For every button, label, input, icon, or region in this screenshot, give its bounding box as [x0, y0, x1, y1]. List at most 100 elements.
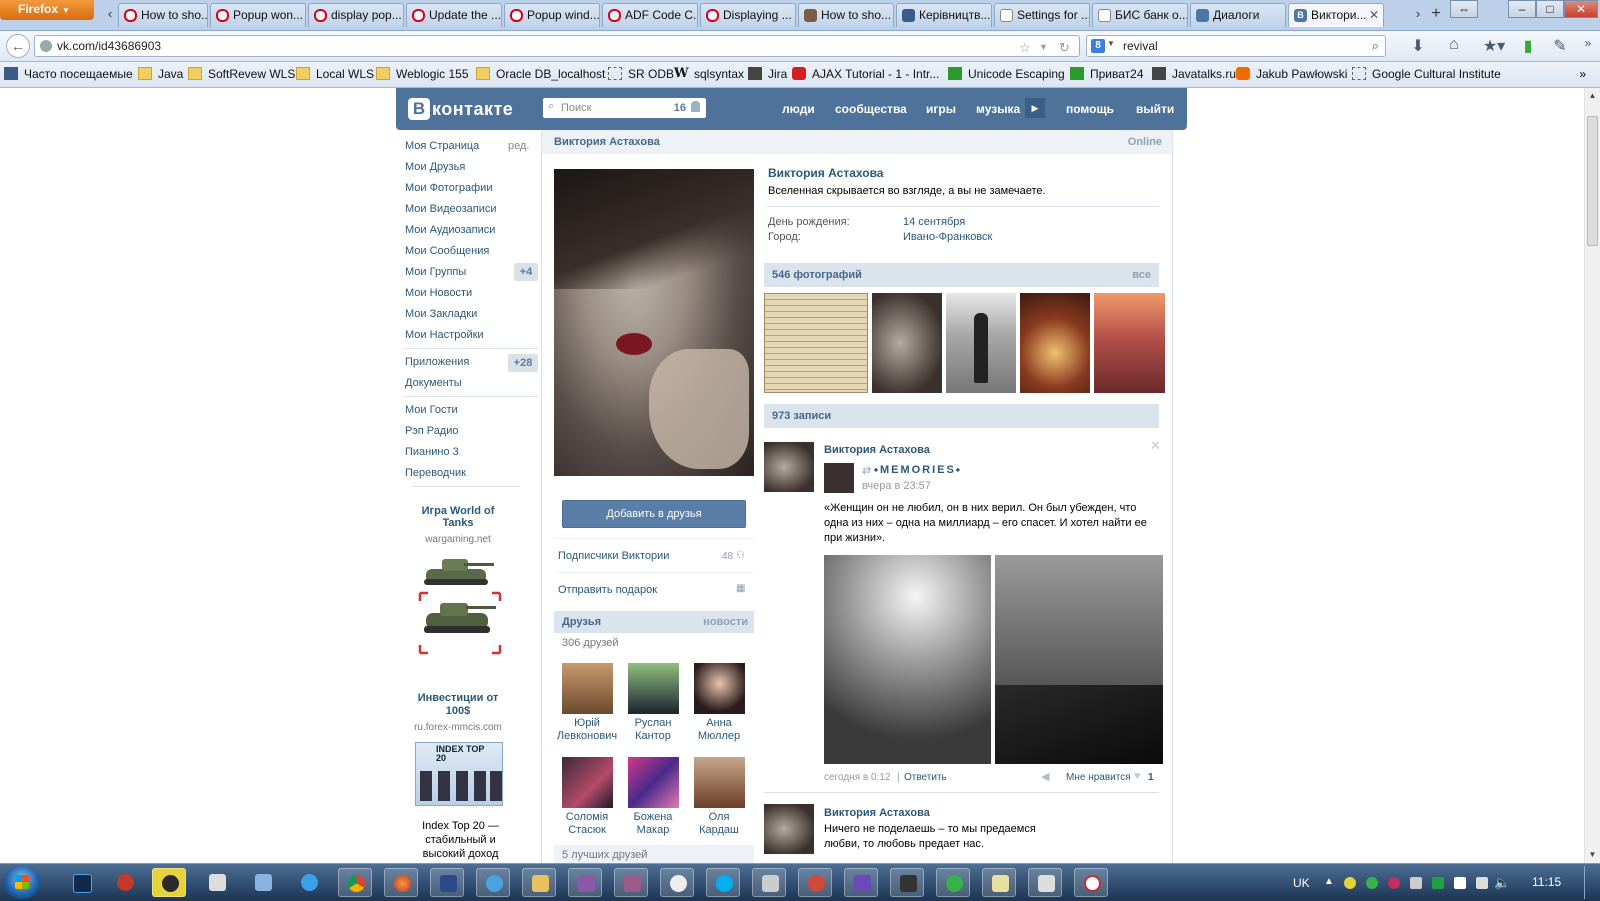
taskbar-app[interactable]: [936, 868, 970, 897]
post-photo[interactable]: [995, 555, 1163, 764]
list-all-tabs-icon[interactable]: ⇔: [1450, 0, 1478, 18]
vk-search-input[interactable]: ⌕ Поиск 16: [543, 98, 706, 118]
show-hidden-icons-icon[interactable]: ▲: [1324, 876, 1334, 887]
send-gift-link[interactable]: Отправить подарок: [558, 584, 657, 596]
photos-title[interactable]: 546 фотографий: [772, 269, 862, 281]
bookmark-folder[interactable]: Weblogic 155: [376, 67, 469, 81]
followers-link[interactable]: Подписчики Виктории: [558, 550, 669, 562]
taskbar-app[interactable]: [430, 868, 464, 897]
taskbar-app[interactable]: [890, 868, 924, 897]
menu-audio[interactable]: Мои Аудиозаписи: [405, 224, 495, 236]
tab[interactable]: Displaying ...: [700, 3, 796, 27]
post-photo[interactable]: [824, 555, 991, 764]
ad-text[interactable]: Index Top 20 — стабильный и высокий дохо…: [413, 819, 508, 863]
play-icon[interactable]: ▶: [1025, 98, 1045, 118]
delete-post-icon[interactable]: ✕: [1150, 438, 1161, 454]
repost-group-name[interactable]: ⬩MEMORIES⬩: [874, 464, 962, 477]
nav-logout[interactable]: выйти: [1136, 102, 1174, 116]
bookmark[interactable]: Google Cultural Institute: [1352, 67, 1501, 81]
nav-help[interactable]: помощь: [1066, 102, 1114, 116]
page-scrollbar[interactable]: ▲ ▼: [1584, 88, 1600, 863]
taskbar-explorer[interactable]: [522, 868, 556, 897]
repost-group-avatar[interactable]: [824, 463, 854, 493]
menu-news[interactable]: Мои Новости: [405, 287, 472, 299]
tabs-scroll-right-icon[interactable]: ›: [1410, 4, 1426, 24]
friend-avatar[interactable]: [694, 663, 745, 714]
scroll-down-icon[interactable]: ▼: [1585, 847, 1600, 863]
bookmark[interactable]: SR ODB: [608, 67, 674, 81]
tab[interactable]: How to sho...: [798, 3, 894, 27]
tray-app-icon[interactable]: [1366, 877, 1378, 889]
more-tools-icon[interactable]: »: [1578, 36, 1598, 50]
profile-avatar[interactable]: [554, 169, 754, 476]
taskbar-photoshop[interactable]: [64, 868, 98, 897]
tray-app-icon[interactable]: [1410, 877, 1422, 889]
share-icon[interactable]: ◀: [1041, 770, 1049, 783]
bookmark[interactable]: Jakub Pawłowski: [1236, 67, 1347, 81]
tab[interactable]: Диалоги: [1190, 3, 1286, 27]
friends-title[interactable]: Друзья: [562, 616, 601, 628]
friend-name[interactable]: Оля Кардаш: [684, 811, 754, 837]
best-friends-title[interactable]: 5 лучших друзей: [562, 849, 647, 861]
taskbar-skype[interactable]: [706, 868, 740, 897]
tab[interactable]: Settings for ...: [994, 3, 1090, 27]
taskbar-app[interactable]: [1028, 868, 1062, 897]
history-dropdown-icon[interactable]: ▼: [1039, 42, 1048, 52]
clock[interactable]: 11:15: [1532, 875, 1561, 889]
signal-icon[interactable]: ▮: [1518, 36, 1538, 56]
menu-bookmarks[interactable]: Мои Закладки: [405, 308, 477, 320]
ad-banner-image[interactable]: INDEX TOP 20: [415, 742, 503, 806]
ad-domain[interactable]: wargaming.net: [413, 534, 503, 545]
menu-settings[interactable]: Мои Настройки: [405, 329, 484, 341]
taskbar-app[interactable]: [752, 868, 786, 897]
taskbar-app[interactable]: [108, 868, 142, 897]
tab[interactable]: Popup wind...: [504, 3, 600, 27]
action-center-icon[interactable]: [1454, 877, 1466, 889]
search-icon[interactable]: ⌕: [1372, 38, 1379, 54]
tray-app-icon[interactable]: [1432, 877, 1444, 889]
taskbar-app[interactable]: [798, 868, 832, 897]
bookmarks-menu-icon[interactable]: ★▾: [1480, 36, 1508, 56]
search-bar[interactable]: 8 ▼ revival ⌕: [1086, 35, 1386, 57]
add-friend-button[interactable]: Добавить в друзья: [562, 500, 746, 528]
post-author[interactable]: Виктория Астахова: [824, 444, 930, 456]
tray-app-icon[interactable]: [1388, 877, 1400, 889]
bookmark-star-icon[interactable]: ☆: [1019, 40, 1031, 56]
edit-link[interactable]: ред.: [508, 140, 529, 152]
apps-badge[interactable]: +28: [508, 354, 538, 372]
repost-time[interactable]: вчера в 23:57: [862, 480, 931, 492]
tab[interactable]: Керівництв...: [896, 3, 992, 27]
nav-games[interactable]: игры: [926, 102, 956, 116]
new-tab-icon[interactable]: +: [1428, 4, 1444, 24]
photo-thumb[interactable]: [1094, 293, 1165, 393]
nav-people[interactable]: люди: [782, 102, 815, 116]
volume-icon[interactable]: 🔈: [1494, 875, 1510, 891]
post-time[interactable]: сегодня в 0:12: [824, 772, 890, 783]
addon-icon[interactable]: ✎: [1550, 36, 1570, 56]
menu-rap-radio[interactable]: Рэп Радио: [405, 425, 459, 437]
bookmark-folder[interactable]: SoftRevew WLS: [188, 67, 295, 81]
friend-name[interactable]: Божена Макар: [618, 811, 688, 837]
vk-logo[interactable]: Bконтакте: [408, 98, 513, 120]
bookmark-folder[interactable]: Java: [138, 67, 183, 81]
taskbar-ie[interactable]: [292, 868, 326, 897]
menu-messages[interactable]: Мои Сообщения: [405, 245, 489, 257]
menu-guests[interactable]: Мои Гости: [405, 404, 458, 416]
bookmark[interactable]: Unicode Escaping: [948, 67, 1065, 81]
ad-title[interactable]: Инвестиции от 100$: [408, 692, 508, 718]
friend-name[interactable]: Анна Мюллер: [684, 717, 754, 743]
bookmark[interactable]: Wsqlsyntax: [674, 67, 744, 81]
menu-translator[interactable]: Переводчик: [405, 467, 466, 479]
post-author[interactable]: Виктория Астахова: [824, 807, 930, 819]
post-author-avatar[interactable]: [764, 804, 814, 854]
photo-thumb[interactable]: [872, 293, 942, 393]
heart-icon[interactable]: ♥: [1134, 770, 1141, 782]
menu-groups[interactable]: Мои Группы: [405, 266, 466, 278]
maximize-icon[interactable]: □: [1536, 0, 1564, 18]
posts-count[interactable]: 973 записи: [772, 410, 831, 422]
language-indicator[interactable]: UK: [1293, 876, 1310, 890]
photo-thumb[interactable]: [1020, 293, 1090, 393]
profile-status[interactable]: Вселенная скрывается во взгляде, а вы не…: [768, 184, 1046, 199]
bookmark[interactable]: Часто посещаемые: [4, 67, 133, 81]
photo-thumb[interactable]: [946, 293, 1016, 393]
